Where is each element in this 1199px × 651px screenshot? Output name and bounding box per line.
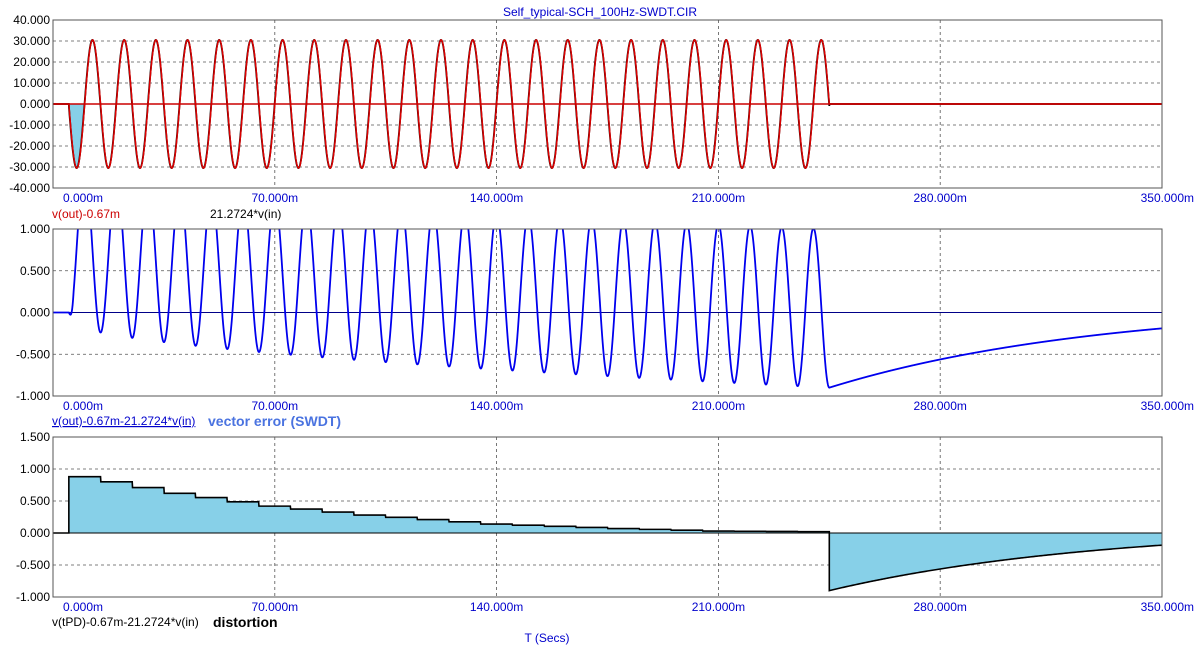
y-tick-label: 30.000 (13, 34, 50, 48)
annotation-distortion: distortion (213, 614, 278, 630)
plot-area (53, 39, 1162, 169)
series-error-line (53, 229, 1162, 389)
x-tick-label: 280.000m (914, 399, 967, 413)
y-tick-label: -0.500 (16, 347, 50, 361)
legend-vout: v(out)-0.67m (52, 207, 120, 221)
y-tick-label: 1.000 (20, 222, 50, 236)
y-tick-label: 1.000 (20, 462, 50, 476)
chart-canvas: Self_typical-SCH_100Hz-SWDT.CIR 40.000 30… (9, 5, 1194, 645)
y-tick-label: 0.000 (20, 526, 50, 540)
x-tick-label: 350.000m (1141, 399, 1194, 413)
y-tick-label: 0.500 (20, 264, 50, 278)
y-tick-label: 0.000 (20, 97, 50, 111)
x-tick-label: 210.000m (692, 399, 745, 413)
distortion-fill-positive (68, 476, 830, 533)
y-tick-label: 1.500 (20, 430, 50, 444)
x-tick-label: 0.000m (63, 600, 103, 614)
legend-vin: 21.2724*v(in) (210, 207, 281, 221)
panel-distortion: 1.500 1.000 0.500 0.000 -0.500 -1.000 0.000m 70… (16, 430, 1194, 614)
y-tick-label: 0.000 (20, 306, 50, 320)
x-tick-label: 280.000m (914, 600, 967, 614)
y-tick-label: -30.000 (9, 160, 50, 174)
x-tick-label: 70.000m (251, 191, 298, 205)
y-tick-label: -40.000 (9, 181, 50, 195)
x-tick-label: 70.000m (251, 399, 298, 413)
y-tick-label: 0.500 (20, 494, 50, 508)
x-tick-label: 140.000m (470, 191, 523, 205)
x-tick-label: 350.000m (1141, 600, 1194, 614)
x-tick-label: 280.000m (914, 191, 967, 205)
annotation-vector-error: vector error (SWDT) (208, 413, 341, 429)
y-tick-label: 40.000 (13, 13, 50, 27)
panel-vector-error: 1.000 0.500 0.000 -0.500 -1.000 0.000m 70.000m… (16, 222, 1194, 413)
legend-error: v(out)-0.67m-21.2724*v(in) (52, 414, 195, 428)
y-tick-label: -1.000 (16, 590, 50, 604)
y-tick-label: 20.000 (13, 55, 50, 69)
panel-signal: 40.000 30.000 20.000 10.000 0.000 -10.000 -20.… (9, 13, 1194, 205)
x-tick-label: 210.000m (692, 600, 745, 614)
x-tick-label: 140.000m (470, 600, 523, 614)
y-tick-label: -0.500 (16, 558, 50, 572)
x-axis-label: T (Secs) (524, 631, 569, 645)
x-tick-label: 210.000m (692, 191, 745, 205)
y-tick-label: -20.000 (9, 139, 50, 153)
legend-distortion: v(tPD)-0.67m-21.2724*v(in) (52, 615, 199, 629)
y-tick-label: -1.000 (16, 389, 50, 403)
x-tick-label: 0.000m (63, 399, 103, 413)
x-tick-label: 140.000m (470, 399, 523, 413)
plot-area (53, 475, 1162, 592)
x-tick-label: 0.000m (63, 191, 103, 205)
y-tick-label: -10.000 (9, 118, 50, 132)
x-tick-label: 70.000m (251, 600, 298, 614)
y-tick-label: 10.000 (13, 76, 50, 90)
plot-area (53, 229, 1162, 389)
chart-title: Self_typical-SCH_100Hz-SWDT.CIR (503, 5, 697, 19)
x-tick-label: 350.000m (1141, 191, 1194, 205)
